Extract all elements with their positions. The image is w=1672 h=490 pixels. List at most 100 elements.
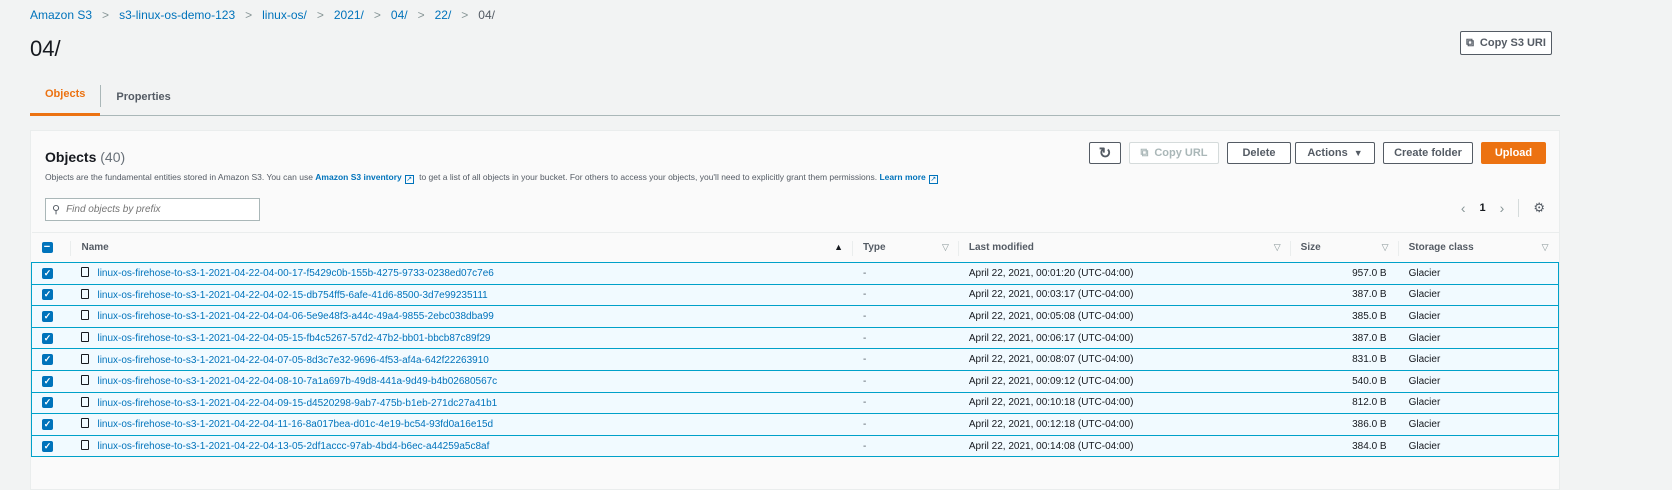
page-number[interactable]: 1 [1480,202,1486,214]
breadcrumb-bucket[interactable]: s3-linux-os-demo-123 [119,8,235,22]
name-cell: linux-os-firehose-to-s3-1-2021-04-22-04-… [71,327,853,349]
sort-ascending-icon: ▲ [834,242,843,252]
size-cell: 387.0 B [1352,289,1387,301]
copy-url-button[interactable]: ⧉ Copy URL [1129,142,1219,164]
row-checkbox[interactable]: ✓ [32,306,72,328]
delete-button[interactable]: Delete [1227,142,1291,164]
row-checkbox[interactable]: ✓ [32,435,72,457]
s3-inventory-link[interactable]: Amazon S3 inventory [315,172,401,182]
file-icon [81,310,90,321]
object-link[interactable]: linux-os-firehose-to-s3-1-2021-04-22-04-… [97,419,493,430]
size-cell: 386.0 B [1352,418,1387,430]
column-storage-class[interactable]: Storage class ▽ [1398,232,1559,263]
breadcrumb-amazon-s3[interactable]: Amazon S3 [30,8,92,22]
breadcrumb-2021[interactable]: 2021/ [334,8,364,22]
type-cell: - [863,310,867,322]
refresh-button[interactable]: ↻ [1089,142,1121,164]
tabs: Objects Properties [30,76,1560,116]
file-icon [81,353,90,364]
breadcrumb-22[interactable]: 22/ [435,8,452,22]
settings-gear-icon[interactable]: ⚙ [1533,200,1545,216]
storage-class-cell: Glacier [1408,267,1441,279]
object-link[interactable]: linux-os-firehose-to-s3-1-2021-04-22-04-… [97,441,489,452]
tab-properties[interactable]: Properties [101,79,185,113]
divider [1518,199,1520,217]
name-cell: linux-os-firehose-to-s3-1-2021-04-22-04-… [71,414,853,436]
chevron-right-icon[interactable]: › [1500,200,1505,216]
name-cell: linux-os-firehose-to-s3-1-2021-04-22-04-… [71,392,853,414]
breadcrumb-04[interactable]: 04/ [391,8,408,22]
file-icon [81,396,90,407]
type-cell: - [863,332,867,344]
chevron-right-icon: > [417,8,425,22]
file-icon [81,375,90,386]
object-link[interactable]: linux-os-firehose-to-s3-1-2021-04-22-04-… [97,376,497,387]
object-link[interactable]: linux-os-firehose-to-s3-1-2021-04-22-04-… [97,398,497,409]
file-icon [81,267,90,278]
chevron-right-icon: > [373,8,381,22]
row-checkbox[interactable]: ✓ [32,349,72,371]
last-modified-cell: April 22, 2021, 00:09:12 (UTC-04:00) [968,375,1134,387]
type-cell: - [863,289,867,301]
table-row[interactable]: ✓ linux-os-firehose-to-s3-1-2021-04-22-0… [31,413,1559,436]
table-row[interactable]: ✓ linux-os-firehose-to-s3-1-2021-04-22-0… [31,305,1559,328]
row-checkbox[interactable]: ✓ [32,284,72,306]
column-type[interactable]: Type ▽ [853,232,959,263]
last-modified-cell: April 22, 2021, 00:06:17 (UTC-04:00) [968,332,1134,344]
table-row[interactable]: ✓ linux-os-firehose-to-s3-1-2021-04-22-0… [31,370,1559,393]
chevron-right-icon: > [316,8,324,22]
size-cell: 384.0 B [1352,440,1387,452]
sort-icon: ▽ [941,242,949,252]
table-row[interactable]: ✓ linux-os-firehose-to-s3-1-2021-04-22-0… [31,435,1559,457]
type-cell: - [863,397,867,409]
search-input[interactable] [66,204,247,215]
file-icon [81,332,90,343]
row-checkbox[interactable]: ✓ [32,327,72,349]
caret-down-icon: ▼ [1353,148,1363,158]
name-cell: linux-os-firehose-to-s3-1-2021-04-22-04-… [71,284,853,306]
table-header: − Name ▲ Type ▽ Last modified ▽ Size ▽ Stora… [31,232,1559,263]
object-link[interactable]: linux-os-firehose-to-s3-1-2021-04-22-04-… [97,268,493,279]
row-checkbox[interactable]: ✓ [32,414,72,436]
breadcrumb-linux-os[interactable]: linux-os/ [262,8,307,22]
breadcrumb-current: 04/ [478,8,495,22]
table-row[interactable]: ✓ linux-os-firehose-to-s3-1-2021-04-22-0… [31,262,1559,285]
object-link[interactable]: linux-os-firehose-to-s3-1-2021-04-22-04-… [97,333,490,344]
name-cell: linux-os-firehose-to-s3-1-2021-04-22-04-… [71,435,853,457]
create-folder-button[interactable]: Create folder [1383,142,1473,164]
tab-objects[interactable]: Objects [30,76,101,116]
table-row[interactable]: ✓ linux-os-firehose-to-s3-1-2021-04-22-0… [31,348,1559,371]
column-last-modified[interactable]: Last modified ▽ [958,232,1291,263]
row-checkbox[interactable]: ✓ [32,263,72,285]
object-link[interactable]: linux-os-firehose-to-s3-1-2021-04-22-04-… [97,290,487,301]
table-row[interactable]: ✓ linux-os-firehose-to-s3-1-2021-04-22-0… [31,327,1559,349]
upload-button[interactable]: Upload [1481,142,1546,164]
copy-s3-uri-button[interactable]: ⧉ Copy S3 URI [1460,31,1552,55]
column-size[interactable]: Size ▽ [1290,232,1399,263]
last-modified-cell: April 22, 2021, 00:08:07 (UTC-04:00) [968,354,1134,366]
table-row[interactable]: ✓ linux-os-firehose-to-s3-1-2021-04-22-0… [31,284,1559,306]
actions-button[interactable]: Actions ▼ [1295,142,1375,164]
type-cell: - [863,440,867,452]
breadcrumb: Amazon S3 > s3-linux-os-demo-123 > linux-o… [30,8,495,22]
chevron-left-icon[interactable]: ‹ [1461,200,1466,216]
chevron-right-icon: > [461,8,469,22]
object-link[interactable]: linux-os-firehose-to-s3-1-2021-04-22-04-… [97,355,488,366]
page-title: 04/ [30,36,61,61]
name-cell: linux-os-firehose-to-s3-1-2021-04-22-04-… [71,349,853,371]
column-name[interactable]: Name ▲ [71,232,853,263]
size-cell: 387.0 B [1352,332,1387,344]
size-cell: 957.0 B [1352,267,1387,279]
last-modified-cell: April 22, 2021, 00:12:18 (UTC-04:00) [968,418,1134,430]
search-field[interactable]: ⚲ [45,198,260,221]
row-checkbox[interactable]: ✓ [32,370,72,392]
row-checkbox[interactable]: ✓ [32,392,72,414]
size-cell: 540.0 B [1352,375,1387,387]
last-modified-cell: April 22, 2021, 00:14:08 (UTC-04:00) [968,440,1134,452]
learn-more-link[interactable]: Learn more [879,172,925,182]
object-link[interactable]: linux-os-firehose-to-s3-1-2021-04-22-04-… [97,311,493,322]
file-icon [81,418,90,429]
select-all-checkbox[interactable]: − [31,232,72,263]
table-row[interactable]: ✓ linux-os-firehose-to-s3-1-2021-04-22-0… [31,392,1559,414]
name-cell: linux-os-firehose-to-s3-1-2021-04-22-04-… [71,370,853,392]
